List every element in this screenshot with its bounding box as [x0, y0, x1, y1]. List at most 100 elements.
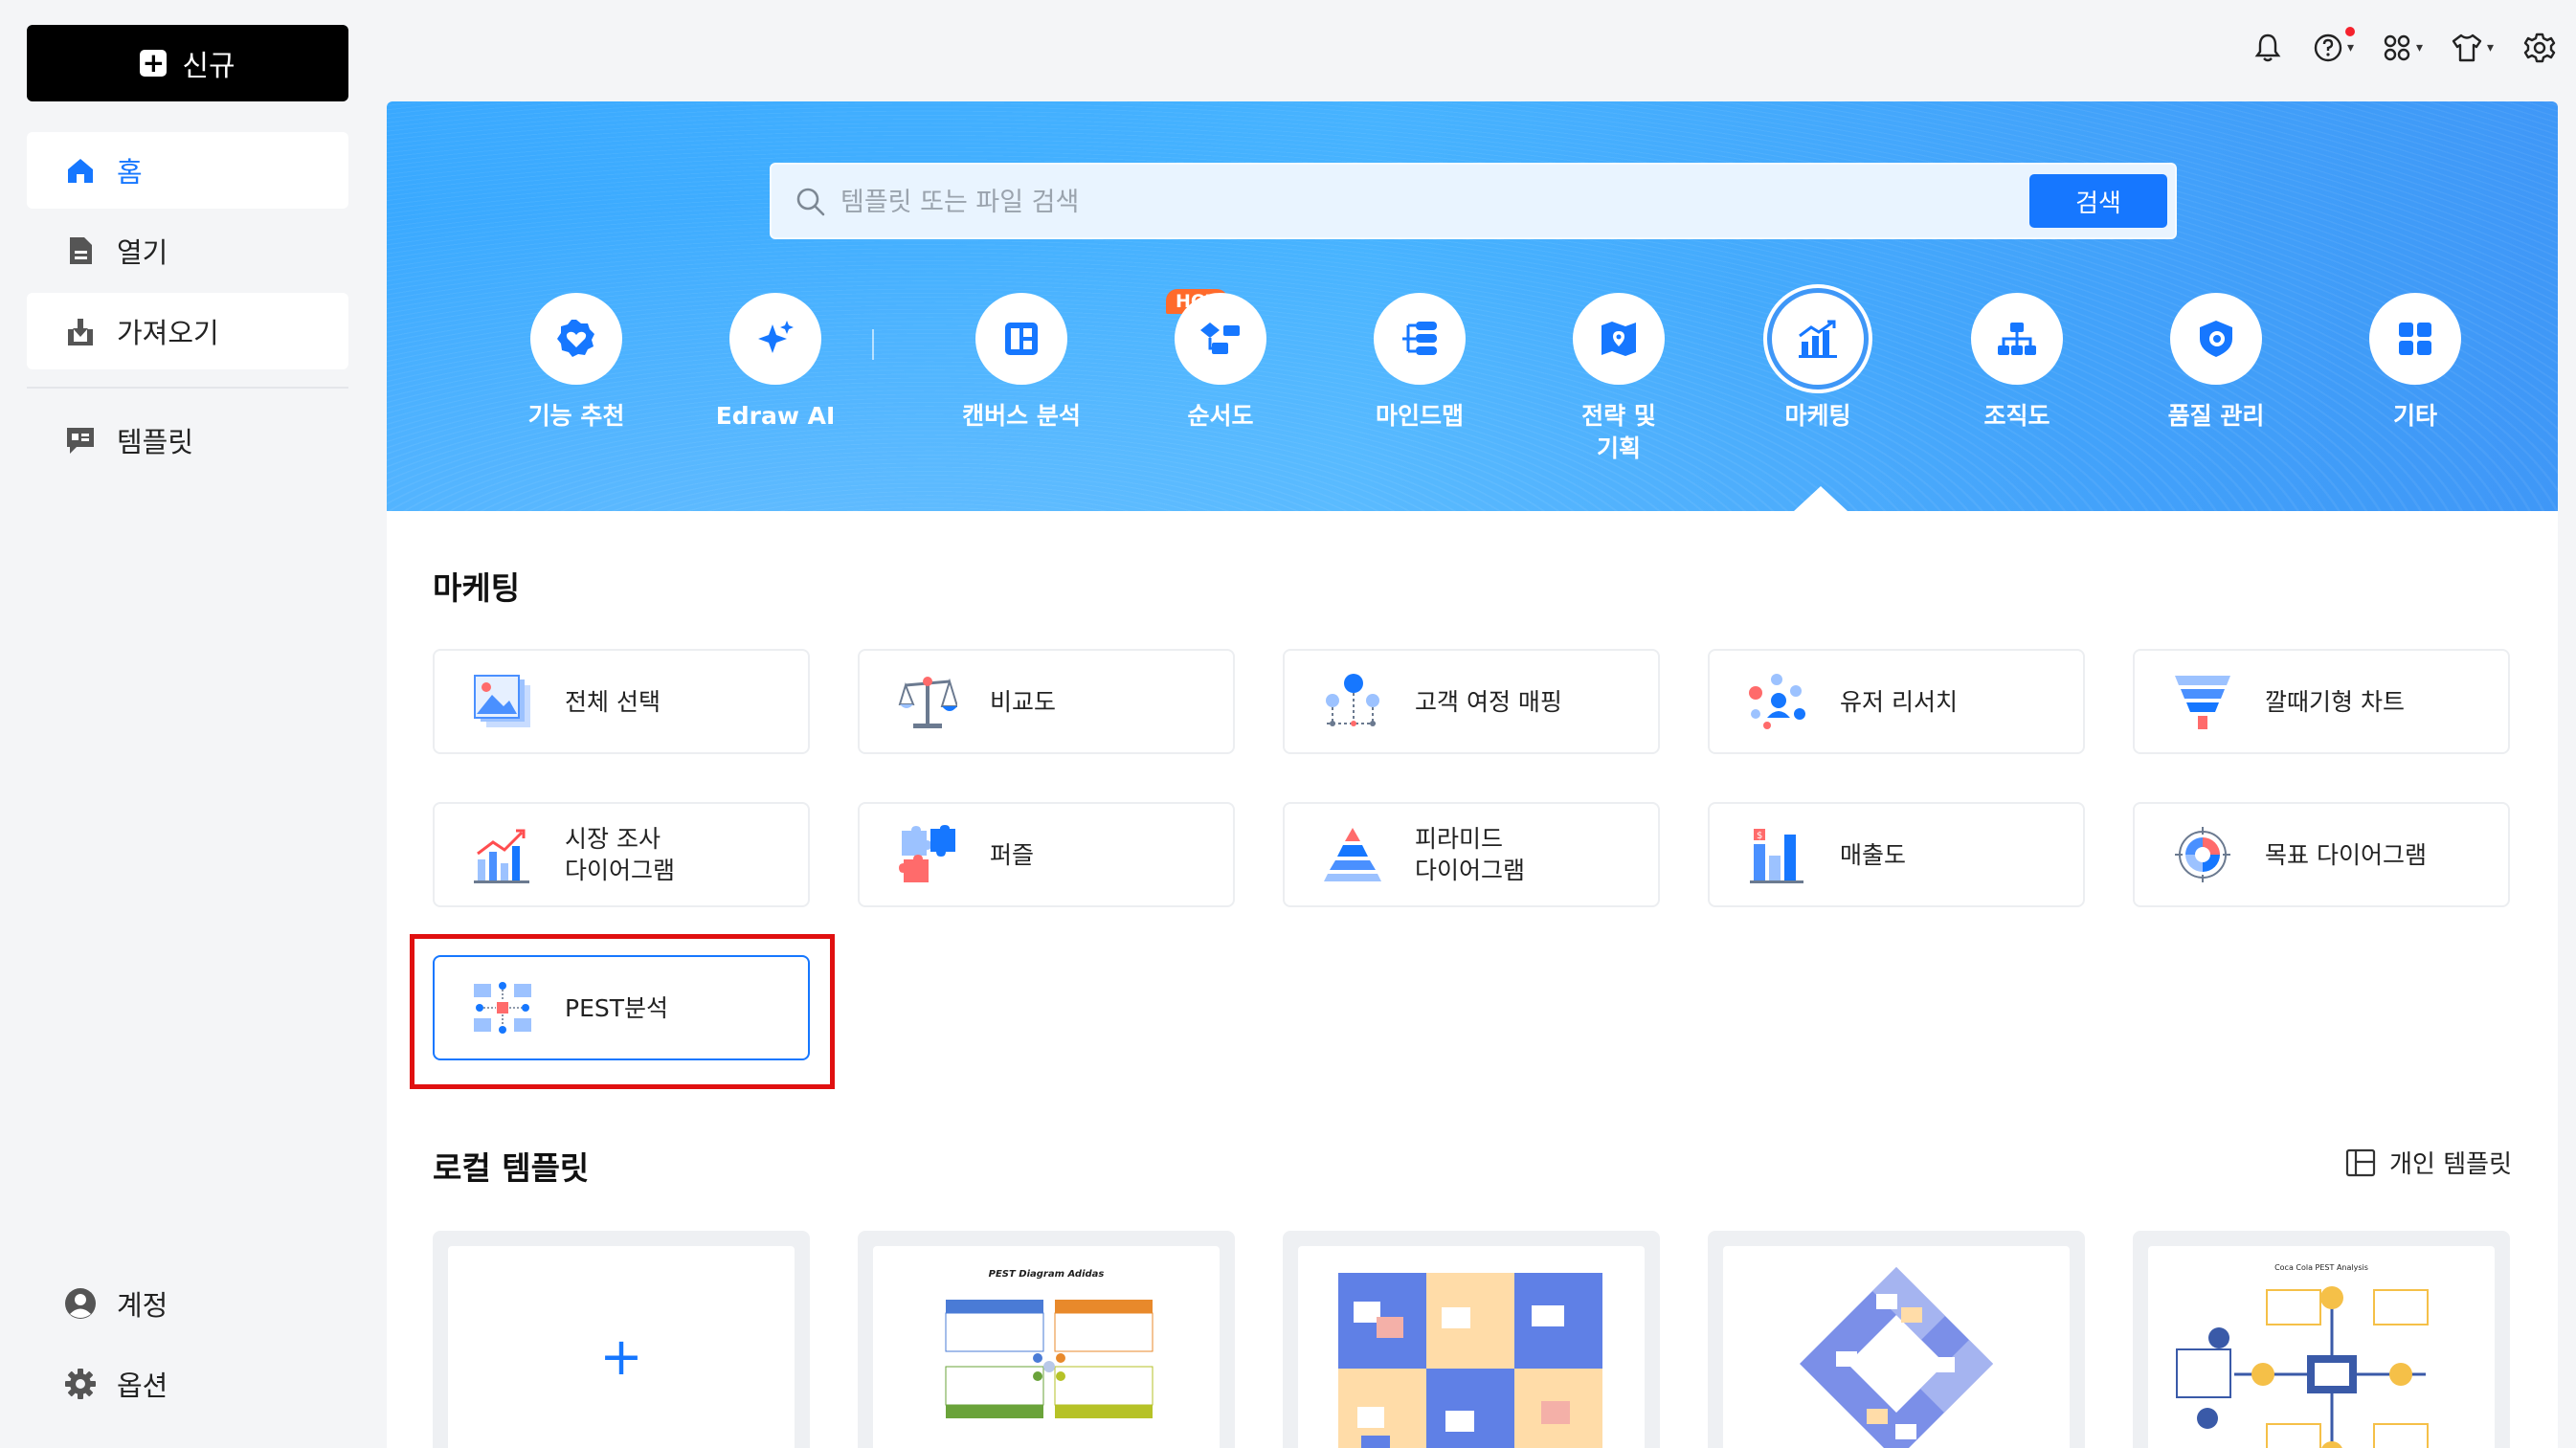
ai-sparkle-icon	[729, 293, 821, 385]
category-label: 마케팅	[1784, 402, 1851, 430]
template-preview: PEST Diagram Adidas	[873, 1246, 1220, 1448]
new-document-button[interactable]: + 신규	[27, 25, 348, 101]
target-icon	[2171, 823, 2234, 886]
category-label: 마인드맵	[1375, 402, 1464, 430]
journey-icon	[1321, 670, 1384, 733]
category-label: 기능 추천	[527, 402, 625, 430]
hero-banner: 검색 기능 추천 Edraw AI HOT 캔버스 분석	[387, 101, 2558, 511]
market-bars-icon	[471, 823, 534, 886]
template-thumb-pest-adidas[interactable]: PEST Diagram Adidas	[858, 1231, 1235, 1448]
pest-icon	[471, 976, 534, 1039]
category-label: 품질 관리	[2167, 402, 2265, 430]
org-chart-icon	[1971, 293, 2063, 385]
template-thumb-sticky-grid[interactable]	[1283, 1231, 1660, 1448]
sidebar-item-templates[interactable]: 템플릿	[27, 402, 348, 479]
gear-icon	[2523, 33, 2556, 63]
active-category-pointer	[1794, 486, 1848, 511]
category-marketing[interactable]: 마케팅	[1727, 293, 1909, 433]
badge-heart-icon	[530, 293, 622, 385]
category-label: 전략 및 기획	[1581, 402, 1656, 462]
grid-board-preview	[1338, 1273, 1602, 1448]
category-org-chart[interactable]: 조직도	[1926, 293, 2108, 433]
category-mindmap[interactable]: 마인드맵	[1329, 293, 1511, 433]
plus-icon: +	[599, 1326, 643, 1387]
template-card-puzzle[interactable]: 퍼즐	[858, 802, 1235, 907]
chevron-down-icon: ▾	[2416, 40, 2424, 56]
category-edraw-ai[interactable]: Edraw AI	[684, 293, 866, 433]
help-icon	[2314, 33, 2342, 62]
sidebar-item-account[interactable]: 계정	[27, 1265, 348, 1342]
search-icon	[795, 186, 827, 222]
help-button[interactable]: ▾	[2313, 27, 2355, 67]
sidebar-item-label: 가져오기	[117, 317, 219, 349]
diamond-diagram-preview	[1800, 1267, 1993, 1448]
card-label: 시장 조사 다이어그램	[565, 825, 676, 884]
strategy-map-icon	[1573, 293, 1665, 385]
svg-text:$: $	[1757, 831, 1762, 841]
layout-panel-icon	[2346, 1148, 2376, 1176]
template-card-funnel-chart[interactable]: 깔때기형 차트	[2133, 649, 2510, 754]
main-panel: 검색 기능 추천 Edraw AI HOT 캔버스 분석	[387, 101, 2558, 1448]
card-label: 전체 선택	[565, 687, 661, 716]
card-label: 목표 다이어그램	[2265, 840, 2427, 869]
template-card-goal-diagram[interactable]: 목표 다이어그램	[2133, 802, 2510, 907]
sidebar-item-open[interactable]: 열기	[27, 212, 348, 289]
personal-templates-link[interactable]: 개인 템플릿	[2345, 1145, 2512, 1180]
template-thumb-new[interactable]: +	[433, 1231, 810, 1448]
category-label: 기타	[2392, 402, 2437, 430]
new-button-label: 신규	[182, 50, 235, 83]
sidebar-item-import[interactable]: 가져오기	[27, 293, 348, 369]
sidebar-item-options[interactable]: 옵션	[27, 1346, 348, 1422]
import-icon	[63, 314, 98, 348]
template-thumb-diamond-diagram[interactable]	[1708, 1231, 2085, 1448]
notification-button[interactable]	[2253, 29, 2282, 67]
sidebar-item-label: 계정	[117, 1289, 168, 1322]
card-label: 퍼즐	[990, 840, 1035, 869]
card-label: 피라미드 다이어그램	[1415, 825, 1526, 884]
card-label: 고객 여정 매핑	[1415, 687, 1562, 716]
shirt-icon	[2452, 33, 2482, 62]
card-label: PEST분석	[565, 993, 669, 1022]
search-input[interactable]	[839, 165, 1991, 239]
category-flowchart[interactable]: 순서도	[1130, 293, 1311, 433]
flowchart-icon	[1175, 293, 1266, 385]
template-preview	[1298, 1246, 1645, 1448]
section-title-marketing: 마케팅	[433, 569, 521, 607]
apps-button[interactable]: ▾	[2382, 29, 2423, 67]
pest-diagram-preview	[945, 1300, 1154, 1418]
user-research-icon	[1746, 670, 1809, 733]
search-button[interactable]: 검색	[2029, 174, 2167, 228]
sidebar-item-label: 열기	[117, 236, 168, 269]
category-canvas-analysis[interactable]: 캔버스 분석	[930, 293, 1112, 433]
sidebar-item-home[interactable]: 홈	[27, 132, 348, 209]
template-card-select-all[interactable]: 전체 선택	[433, 649, 810, 754]
puzzle-icon	[896, 823, 959, 886]
search-bar: 검색	[770, 163, 2177, 239]
category-quality-management[interactable]: 품질 관리	[2125, 293, 2307, 433]
card-label: 유저 리서치	[1840, 687, 1958, 716]
template-thumb-pest-cocacola[interactable]: Coca Cola PEST Analysis	[2133, 1231, 2510, 1448]
template-card-customer-journey[interactable]: 고객 여정 매핑	[1283, 649, 1660, 754]
theme-button[interactable]: ▾	[2451, 29, 2494, 67]
template-card-market-research[interactable]: 시장 조사 다이어그램	[433, 802, 810, 907]
scale-icon	[896, 670, 959, 733]
canvas-grid-icon	[975, 293, 1067, 385]
category-label: 조직도	[1983, 402, 2050, 430]
template-card-comparison[interactable]: 비교도	[858, 649, 1235, 754]
pest-mind-preview	[2176, 1286, 2429, 1448]
category-other[interactable]: 기타	[2324, 293, 2506, 433]
pyramid-icon	[1321, 823, 1384, 886]
settings-button[interactable]	[2523, 29, 2556, 67]
category-feature-recommend[interactable]: 기능 추천	[485, 293, 667, 433]
template-thumb-title: PEST Diagram Adidas	[988, 1269, 1105, 1280]
document-icon	[63, 234, 98, 268]
template-card-user-research[interactable]: 유저 리서치	[1708, 649, 2085, 754]
notification-dot	[2345, 27, 2355, 36]
category-strategy-planning[interactable]: 전략 및 기획	[1528, 293, 1710, 465]
chevron-down-icon: ▾	[2487, 40, 2495, 56]
template-card-sales-chart[interactable]: $ 매출도	[1708, 802, 2085, 907]
funnel-icon	[2171, 670, 2234, 733]
personal-templates-label: 개인 템플릿	[2389, 1150, 2512, 1179]
template-card-pyramid[interactable]: 피라미드 다이어그램	[1283, 802, 1660, 907]
template-card-pest-analysis[interactable]: PEST분석	[433, 955, 810, 1060]
